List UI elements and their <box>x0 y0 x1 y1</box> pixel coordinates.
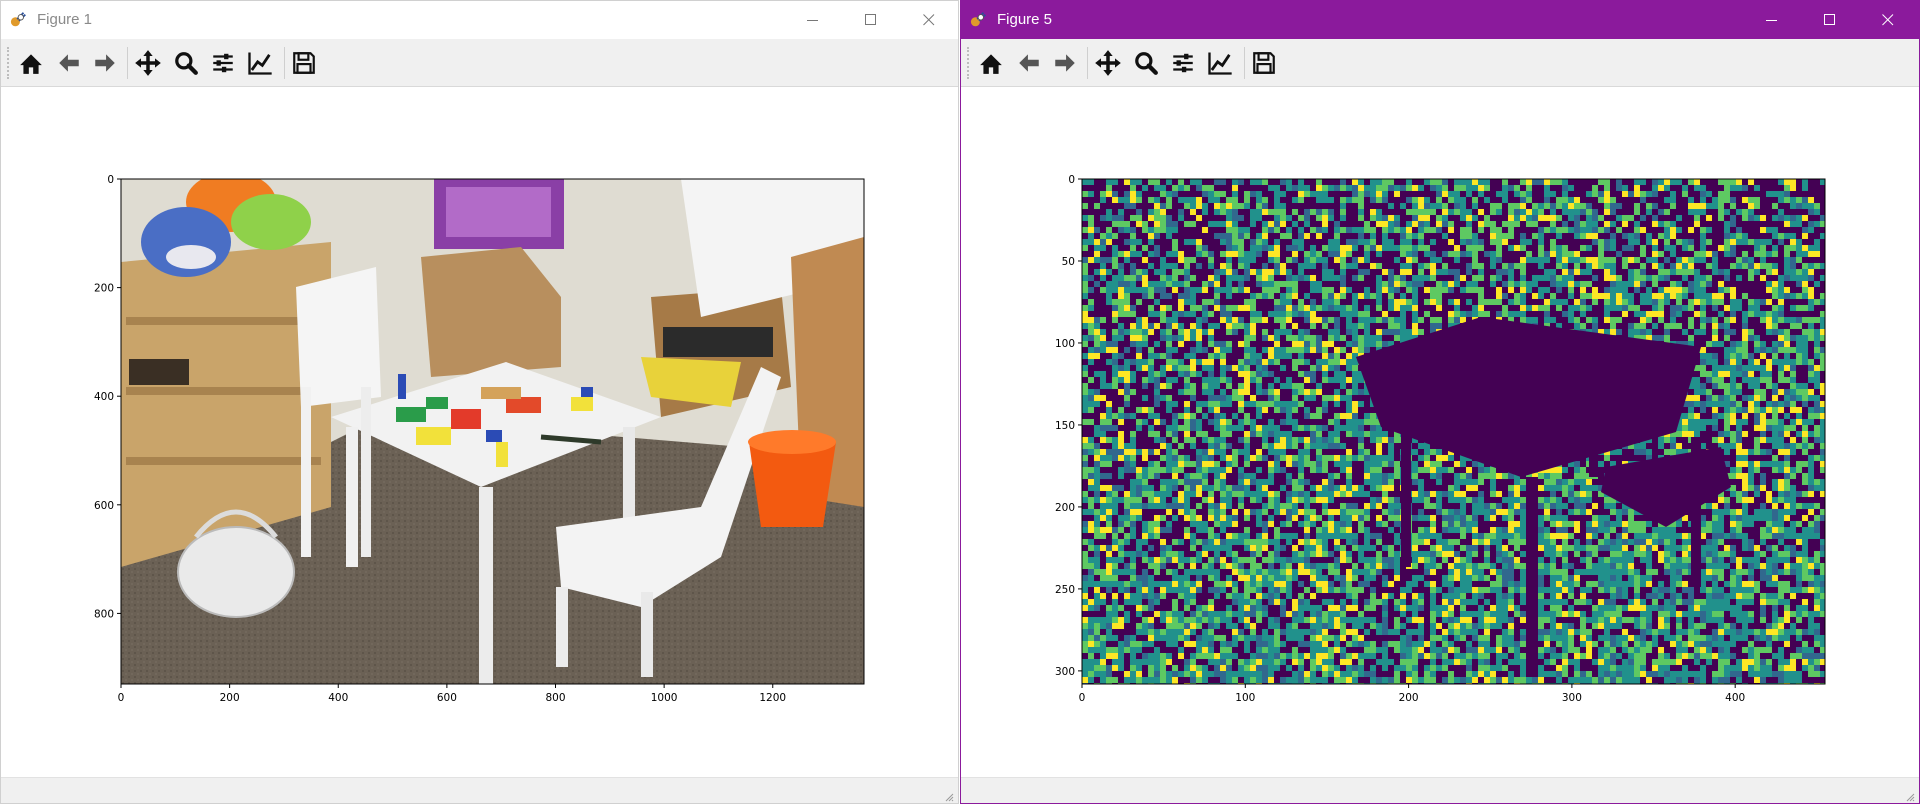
window-title: Figure 5 <box>997 11 1053 28</box>
zoom-button[interactable] <box>170 47 202 79</box>
x-tick-label: 1200 <box>759 692 786 704</box>
y-tick-label: 200 <box>1055 502 1075 514</box>
pan-icon <box>1095 50 1121 76</box>
title-bar[interactable]: Figure 5 <box>961 1 1919 39</box>
maximize-icon <box>865 14 876 25</box>
home-button[interactable] <box>975 47 1007 79</box>
x-tick-label: 0 <box>118 692 125 704</box>
y-tick-label: 0 <box>107 174 114 186</box>
save-icon <box>1253 52 1275 74</box>
save-button[interactable] <box>1248 47 1280 79</box>
edit-axis-icon <box>248 51 274 75</box>
maximize-icon <box>1824 14 1835 25</box>
forward-arrow-icon <box>95 54 115 72</box>
y-tick-label: 600 <box>94 500 114 512</box>
home-icon <box>20 54 42 74</box>
x-tick-label: 200 <box>220 692 240 704</box>
close-button[interactable] <box>1859 1 1917 39</box>
figure-canvas[interactable]: 0 200 400 600 800 1000 1200 0 200 400 600 800 <box>1 87 958 777</box>
matplotlib-app-icon <box>10 11 27 28</box>
y-tick-label: 0 <box>1068 174 1075 186</box>
y-tick-label: 300 <box>1055 666 1075 678</box>
title-bar[interactable]: Figure 1 <box>1 1 958 39</box>
close-button[interactable] <box>900 1 958 39</box>
toolbar-separator <box>1244 47 1245 79</box>
forward-button[interactable] <box>89 47 121 79</box>
toolbar-separator <box>1087 47 1088 79</box>
viridis-heatmap-image <box>1081 178 1826 685</box>
x-tick-label: 800 <box>545 692 565 704</box>
toolbar-separator <box>284 47 285 79</box>
pan-button[interactable] <box>132 47 164 79</box>
minimize-button[interactable] <box>1743 1 1801 39</box>
y-tick-label: 150 <box>1055 420 1075 432</box>
edit-axis-button[interactable] <box>1204 47 1236 79</box>
y-tick-label: 200 <box>94 283 114 295</box>
x-tick-label: 0 <box>1079 692 1086 704</box>
figure-canvas[interactable]: 0 100 200 300 400 0 50 100 150 200 250 300 <box>961 87 1919 777</box>
configure-subplots-icon <box>1172 52 1194 74</box>
back-arrow-icon <box>1019 54 1039 72</box>
forward-button[interactable] <box>1049 47 1081 79</box>
resize-grip-icon[interactable] <box>1905 792 1915 802</box>
toolbar-separator <box>127 47 128 79</box>
x-tick-label: 600 <box>437 692 457 704</box>
save-icon <box>293 52 315 74</box>
zoom-icon <box>1133 50 1159 76</box>
minimize-icon <box>1766 20 1777 21</box>
figure-1-window: Figure 1 0 200 400 600 800 1000 1200 0 2… <box>0 0 959 804</box>
x-tick-label: 400 <box>1725 692 1745 704</box>
configure-subplots-button[interactable] <box>1167 47 1199 79</box>
window-title: Figure 1 <box>37 11 93 28</box>
home-icon <box>980 54 1002 74</box>
pan-icon <box>135 50 161 76</box>
x-tick-label: 400 <box>328 692 348 704</box>
edit-axis-button[interactable] <box>244 47 276 79</box>
save-button[interactable] <box>288 47 320 79</box>
figure-5-window: Figure 5 0 100 200 300 400 0 50 100 150 … <box>960 0 1920 804</box>
minimize-icon <box>807 20 818 21</box>
edit-axis-icon <box>1208 51 1234 75</box>
toolbar-grip[interactable] <box>7 47 11 79</box>
forward-arrow-icon <box>1055 54 1075 72</box>
matplotlib-app-icon <box>970 11 987 28</box>
pan-button[interactable] <box>1092 47 1124 79</box>
x-tick-label: 1000 <box>651 692 678 704</box>
y-tick-label: 250 <box>1055 584 1075 596</box>
home-button[interactable] <box>15 47 47 79</box>
status-bar <box>961 777 1919 803</box>
x-tick-label: 200 <box>1399 692 1419 704</box>
y-tick-label: 100 <box>1055 338 1075 350</box>
zoom-icon <box>173 50 199 76</box>
configure-subplots-button[interactable] <box>207 47 239 79</box>
y-tick-label: 50 <box>1062 256 1075 268</box>
close-icon <box>923 14 935 26</box>
back-arrow-icon <box>59 54 79 72</box>
y-tick-label: 400 <box>94 391 114 403</box>
back-button[interactable] <box>53 47 85 79</box>
photo-image <box>120 178 865 685</box>
navigation-toolbar <box>961 39 1919 87</box>
maximize-button[interactable] <box>842 1 900 39</box>
y-tick-label: 800 <box>94 608 114 620</box>
status-bar <box>1 777 958 803</box>
maximize-button[interactable] <box>1801 1 1859 39</box>
back-button[interactable] <box>1013 47 1045 79</box>
close-icon <box>1882 14 1894 26</box>
zoom-button[interactable] <box>1130 47 1162 79</box>
resize-grip-icon[interactable] <box>944 792 954 802</box>
navigation-toolbar <box>1 39 958 87</box>
x-tick-label: 100 <box>1235 692 1255 704</box>
x-tick-label: 300 <box>1562 692 1582 704</box>
minimize-button[interactable] <box>784 1 842 39</box>
configure-subplots-icon <box>212 52 234 74</box>
toolbar-grip[interactable] <box>967 47 971 79</box>
